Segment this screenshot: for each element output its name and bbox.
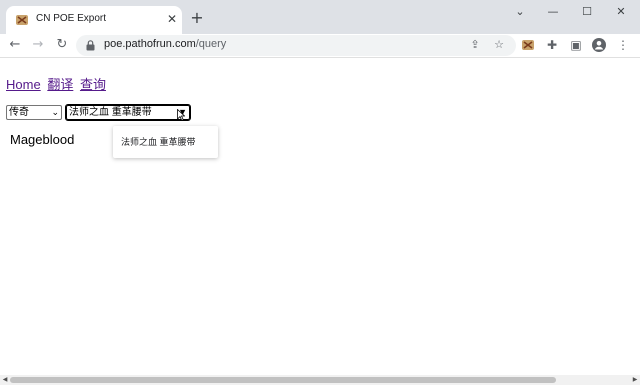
bookmark-star-icon[interactable]: ☆ [492, 38, 506, 52]
tab-close-icon[interactable]: ✕ [164, 11, 180, 27]
back-icon[interactable]: ← [6, 36, 24, 54]
item-select-value: 法师之血 重革腰带 [69, 107, 152, 118]
browser-window: CN POE Export ✕ + ⌄ — ☐ ✕ ← → ↻ poe.path… [0, 0, 640, 385]
browser-menu-icon[interactable]: ⋮ [615, 37, 631, 53]
scroll-left-icon[interactable]: ◀ [1, 376, 9, 384]
url-host: poe.pathofrun.com [104, 38, 196, 50]
nav-link-query[interactable]: 查询 [80, 77, 106, 92]
chevron-down-icon: ⌄ [51, 107, 59, 117]
tab-search-icon[interactable]: ⌄ [509, 4, 531, 20]
dropdown-option[interactable]: 法师之血 重革腰带 [121, 135, 196, 148]
forward-icon[interactable]: → [29, 36, 47, 54]
result-item-name: Mageblood [10, 132, 75, 147]
tab-strip: CN POE Export ✕ + ⌄ — ☐ ✕ [0, 0, 640, 34]
extensions-puzzle-icon[interactable]: ✚ [544, 37, 560, 53]
tab-title: CN POE Export [36, 13, 107, 24]
share-icon[interactable]: ⇪ [468, 38, 482, 52]
scroll-right-icon[interactable]: ▶ [631, 376, 639, 384]
new-tab-button[interactable]: + [188, 9, 206, 27]
lock-icon [86, 40, 95, 51]
url-path: /query [195, 38, 227, 50]
item-select-dropdown: 法师之血 重革腰带 [113, 126, 218, 158]
address-bar[interactable]: poe.pathofrun.com/query ⇪ ☆ [76, 35, 516, 56]
page-content: Home 翻译 查询 传奇 ⌄ 法师之血 重革腰带 ▼ Mageblood 法师… [0, 59, 640, 375]
item-select[interactable]: 法师之血 重革腰带 ▼ [65, 104, 191, 121]
scrollbar-thumb[interactable] [10, 377, 556, 383]
extension-poe-icon[interactable] [521, 38, 535, 52]
mouse-cursor-icon [177, 109, 185, 121]
rarity-select-value: 传奇 [9, 107, 29, 118]
browser-toolbar: ← → ↻ poe.pathofrun.com/query ⇪ ☆ ✚ ▣ ⋮ [0, 34, 640, 58]
minimize-icon[interactable]: — [542, 4, 564, 20]
horizontal-scrollbar[interactable]: ◀ ▶ [0, 375, 640, 385]
reload-icon[interactable]: ↻ [53, 36, 71, 54]
browser-tab[interactable]: CN POE Export ✕ [6, 6, 182, 34]
side-panel-icon[interactable]: ▣ [568, 37, 584, 53]
nav-link-home[interactable]: Home [6, 77, 41, 92]
maximize-icon[interactable]: ☐ [576, 4, 598, 20]
profile-avatar-icon[interactable] [592, 38, 606, 52]
nav-link-translate[interactable]: 翻译 [47, 77, 73, 92]
window-close-icon[interactable]: ✕ [610, 4, 632, 20]
site-nav: Home 翻译 查询 [6, 74, 109, 93]
rarity-select[interactable]: 传奇 ⌄ [6, 105, 62, 120]
url-text: poe.pathofrun.com/query [104, 38, 226, 50]
poe-favicon-icon [16, 15, 28, 25]
